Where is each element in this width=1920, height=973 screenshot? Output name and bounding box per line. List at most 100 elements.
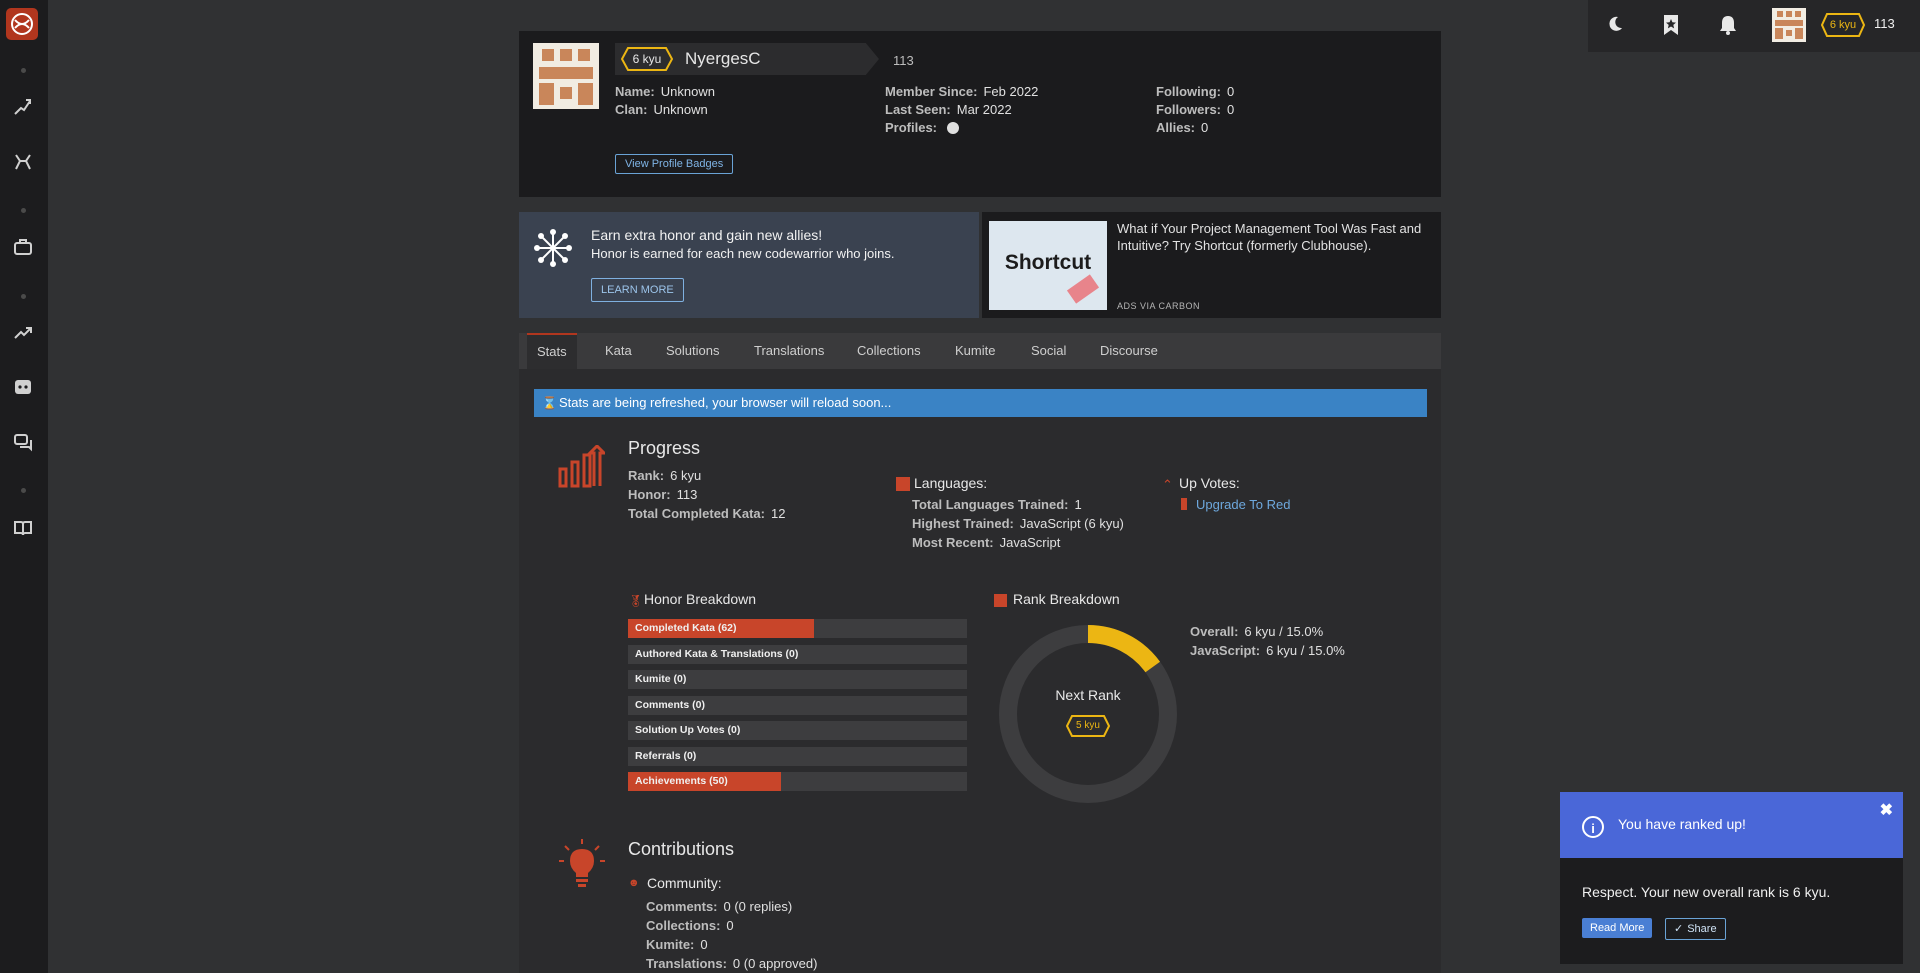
stats-content: ⌛ Stats are being refreshed, your browse… bbox=[519, 369, 1441, 973]
docs-icon[interactable] bbox=[10, 517, 36, 543]
tab-stats[interactable]: Stats bbox=[527, 333, 577, 369]
tab-kata[interactable]: Kata bbox=[605, 333, 632, 369]
most-recent-field: Most Recent: JavaScript bbox=[912, 535, 1061, 550]
share-button[interactable]: ✓ Share bbox=[1665, 918, 1726, 940]
forum-icon[interactable] bbox=[10, 431, 36, 457]
toast-body: Respect. Your new overall rank is 6 kyu. bbox=[1582, 884, 1831, 900]
moon-icon[interactable] bbox=[1604, 14, 1626, 36]
training-icon[interactable] bbox=[10, 96, 36, 122]
tab-collections[interactable]: Collections bbox=[857, 333, 921, 369]
sidebar-divider bbox=[21, 68, 26, 73]
info-icon: i bbox=[1582, 816, 1604, 838]
twitter-icon: ✓ bbox=[1674, 923, 1684, 935]
trending-icon[interactable] bbox=[10, 322, 36, 348]
profile-rank-badge: 6 kyu bbox=[621, 47, 673, 71]
upgrade-to-red-link[interactable]: Upgrade To Red bbox=[1196, 497, 1290, 512]
learn-more-button[interactable]: LEARN MORE bbox=[591, 278, 684, 302]
refresh-alert: ⌛ Stats are being refreshed, your browse… bbox=[534, 389, 1427, 417]
community-icon: ☻ bbox=[628, 877, 640, 889]
practice-icon[interactable] bbox=[10, 151, 36, 177]
languages-icon bbox=[896, 477, 910, 491]
tab-translations[interactable]: Translations bbox=[754, 333, 824, 369]
pencil-graphic bbox=[1066, 274, 1100, 304]
honor-bar-label: Achievements (50) bbox=[635, 775, 728, 787]
ads-via-carbon[interactable]: ADS VIA CARBON bbox=[1117, 301, 1200, 311]
profile-panel: 6 kyu NyergesC 113 Name: Unknown Clan: Unk… bbox=[519, 31, 1441, 197]
highest-trained-field: Highest Trained: JavaScript (6 kyu) bbox=[912, 516, 1124, 531]
tab-kumite[interactable]: Kumite bbox=[955, 333, 995, 369]
tab-social[interactable]: Social bbox=[1031, 333, 1066, 369]
languages-title: Languages: bbox=[914, 475, 988, 491]
overall-rank-field: Overall: 6 kyu / 15.0% bbox=[1190, 624, 1324, 639]
honor-bar-row: Kumite (0) bbox=[628, 670, 967, 689]
view-profile-badges-button[interactable]: View Profile Badges bbox=[615, 154, 734, 174]
rank-up-toast: i You have ranked up! ✖ Respect. Your ne… bbox=[1560, 792, 1903, 964]
collections-field: Collections: 0 bbox=[646, 918, 734, 933]
carbon-ad[interactable]: Shortcut What if Your Project Management… bbox=[982, 212, 1441, 318]
rank-field: Rank: 6 kyu bbox=[628, 468, 702, 483]
close-icon[interactable]: ✖ bbox=[1880, 800, 1893, 820]
read-more-button[interactable]: Read More bbox=[1582, 918, 1653, 938]
bookmark-icon[interactable] bbox=[1660, 14, 1682, 36]
honor-breakdown-title: Honor Breakdown bbox=[644, 591, 757, 607]
bell-icon[interactable] bbox=[1717, 14, 1739, 36]
honor-bar-row: Solution Up Votes (0) bbox=[628, 721, 967, 740]
completed-kata-field: Total Completed Kata: 12 bbox=[628, 506, 786, 521]
honor-bar-label: Completed Kata (62) bbox=[635, 622, 737, 634]
sidebar-divider bbox=[21, 208, 26, 213]
honor-bar-label: Comments (0) bbox=[635, 698, 706, 711]
hourglass-icon: ⌛ bbox=[542, 396, 557, 410]
next-rank-badge: 5 kyu bbox=[1065, 715, 1111, 737]
total-languages-field: Total Languages Trained: 1 bbox=[912, 497, 1082, 512]
toast-header: i You have ranked up! ✖ bbox=[1560, 792, 1903, 858]
translations-field: Translations: 0 (0 approved) bbox=[646, 956, 818, 971]
username: NyergesC bbox=[685, 49, 761, 68]
progress-chart-icon bbox=[557, 443, 608, 492]
honor-bar-row: Completed Kata (62) bbox=[628, 619, 967, 638]
ad-image[interactable]: Shortcut bbox=[989, 221, 1107, 310]
github-icon[interactable] bbox=[946, 122, 959, 134]
honor-field: Honor: 113 bbox=[628, 487, 698, 502]
nameplate: 6 kyu NyergesC bbox=[615, 43, 879, 75]
following-field[interactable]: Following: 0 bbox=[1156, 84, 1234, 99]
promo-title: Earn extra honor and gain new allies! bbox=[591, 227, 823, 243]
tab-solutions[interactable]: Solutions bbox=[666, 333, 719, 369]
promo-subtitle: Honor is earned for each new codewarrior… bbox=[591, 246, 895, 261]
rank-badge[interactable]: 6 kyu bbox=[1821, 13, 1865, 37]
burst-icon bbox=[533, 228, 573, 268]
user-avatar[interactable] bbox=[1772, 8, 1806, 42]
medal-icon: 🏅︎ bbox=[628, 594, 644, 608]
bookmark-red-icon bbox=[1181, 498, 1187, 510]
rank-breakdown-icon bbox=[994, 594, 1007, 607]
progress-title: Progress bbox=[628, 438, 701, 458]
tab-discourse[interactable]: Discourse bbox=[1100, 333, 1158, 369]
ad-text[interactable]: What if Your Project Management Tool Was… bbox=[1117, 220, 1427, 254]
followers-field[interactable]: Followers: 0 bbox=[1156, 102, 1234, 117]
kumite-field: Kumite: 0 bbox=[646, 937, 708, 952]
profile-tabs: Stats Kata Solutions Translations Collec… bbox=[519, 333, 1441, 369]
toast-title: You have ranked up! bbox=[1618, 816, 1746, 832]
discord-icon[interactable] bbox=[10, 376, 36, 402]
lightbulb-icon bbox=[559, 839, 605, 890]
honor-bar-label: Authored Kata & Translations (0) bbox=[635, 647, 799, 660]
sidebar bbox=[0, 0, 48, 973]
honor-bar-label: Solution Up Votes (0) bbox=[635, 724, 741, 736]
clan-field: Clan: Unknown bbox=[615, 102, 708, 117]
name-field: Name: Unknown bbox=[615, 84, 715, 99]
referral-promo: Earn extra honor and gain new allies! Ho… bbox=[519, 212, 979, 318]
next-rank-label: Next Rank bbox=[1055, 687, 1121, 703]
community-title: Community: bbox=[647, 875, 722, 891]
javascript-rank-field: JavaScript: 6 kyu / 15.0% bbox=[1190, 643, 1345, 658]
allies-field[interactable]: Allies: 0 bbox=[1156, 120, 1208, 135]
honor-bar-label: Kumite (0) bbox=[635, 673, 687, 685]
logo-icon[interactable] bbox=[6, 8, 38, 40]
rank-breakdown-title: Rank Breakdown bbox=[1013, 591, 1120, 607]
briefcase-icon[interactable] bbox=[10, 236, 36, 262]
sidebar-divider bbox=[21, 488, 26, 493]
honor-bar-row: Achievements (50) bbox=[628, 772, 967, 791]
honor-bar-label: Referrals (0) bbox=[635, 749, 697, 762]
chevron-up-icon: ⌃ bbox=[1162, 477, 1173, 492]
sidebar-divider bbox=[21, 294, 26, 299]
honor-bar-row: Referrals (0) bbox=[628, 746, 967, 766]
profile-avatar bbox=[533, 43, 599, 109]
